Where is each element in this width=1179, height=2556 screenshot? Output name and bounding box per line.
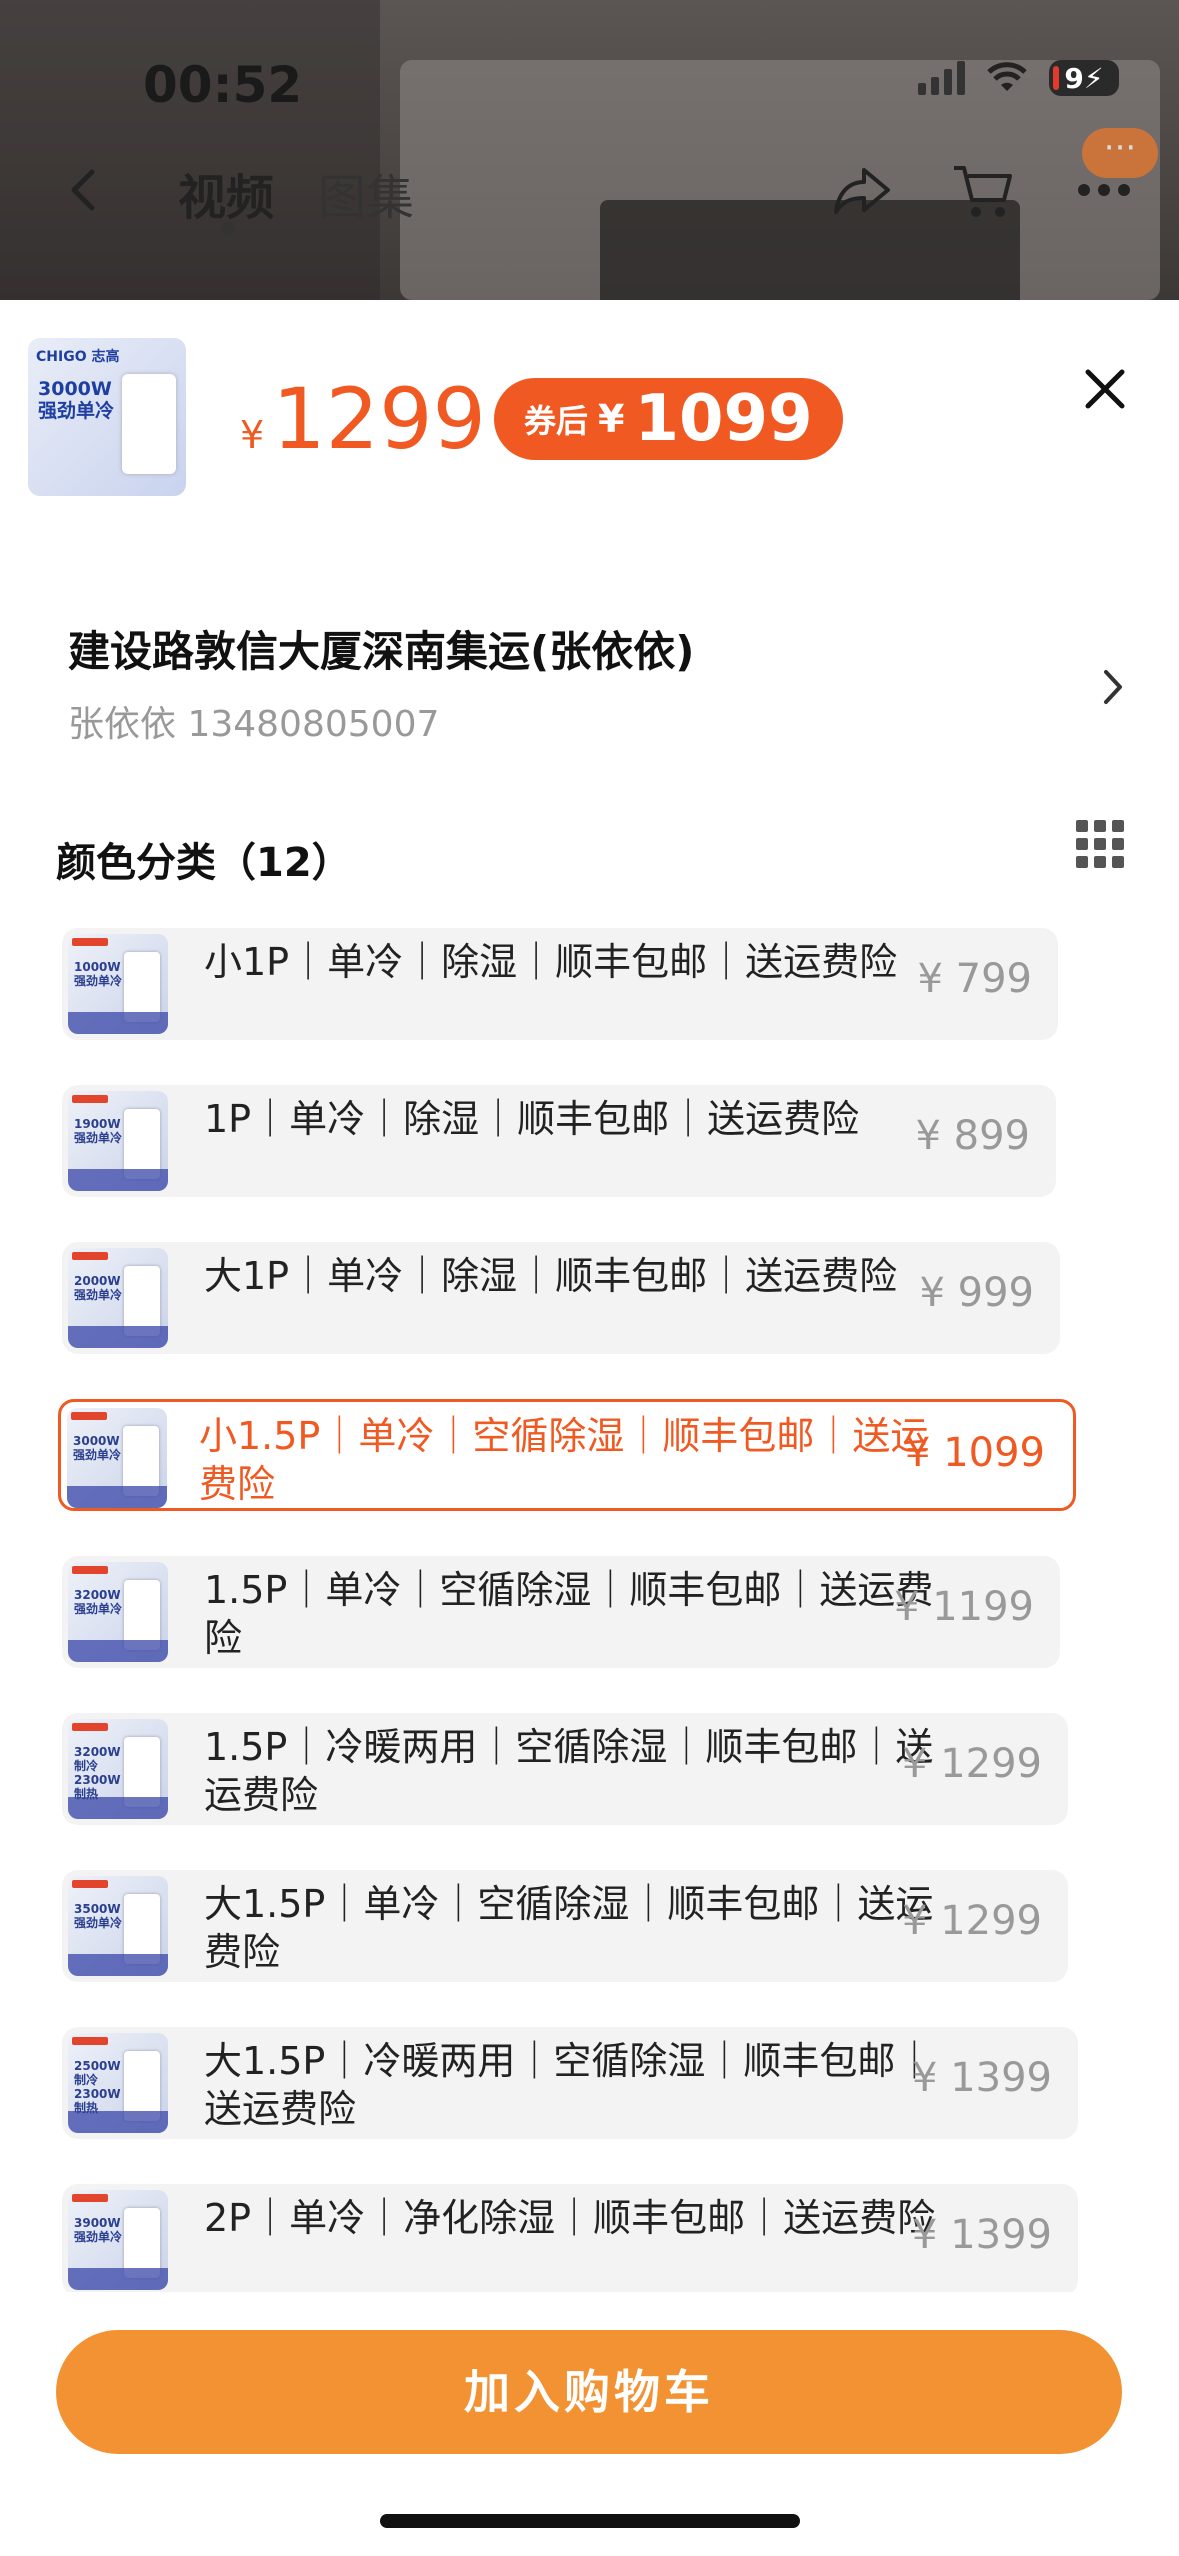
sku-option-label: 大1.5P｜单冷｜空循除湿｜顺丰包邮｜送运费险 — [204, 1882, 934, 1974]
sku-option-thumbnail: 3200W制冷 2300W制热 — [68, 1719, 168, 1819]
sku-option-thumbnail-text: 2000W 强劲单冷 — [74, 1274, 123, 1302]
sku-option-price: ¥ 1299 — [902, 1741, 1042, 1787]
recipient-line: 张依依 13480805007 — [68, 704, 440, 745]
product-media-header: 00:52 9 ⚡ 视频 图集 ··· — [0, 0, 1179, 300]
status-time: 00:52 — [143, 56, 303, 114]
cart-icon[interactable] — [950, 160, 1014, 222]
sku-option-thumbnail: 3000W 强劲单冷 — [67, 1408, 167, 1508]
sku-option-thumbnail: 3200W 强劲单冷 — [68, 1562, 168, 1662]
address-line: 建设路敦信大厦深南集运(张依依) — [68, 627, 695, 676]
sku-option-thumbnail: 1900W 强劲单冷 — [68, 1091, 168, 1191]
sku-option-label: 小1.5P｜单冷｜空循除湿｜顺丰包邮｜送运费险 — [199, 1414, 929, 1506]
sku-option-price: ¥ 1399 — [912, 2055, 1052, 2101]
sku-option-thumbnail: 3900W 强劲单冷 — [68, 2190, 168, 2290]
sku-option-label: 小1P｜单冷｜除湿｜顺丰包邮｜送运费险 — [204, 940, 898, 984]
sku-option-label: 大1P｜单冷｜除湿｜顺丰包邮｜送运费险 — [204, 1254, 898, 1298]
sku-option-price: ¥ 1399 — [912, 2212, 1052, 2258]
shipping-address[interactable]: 建设路敦信大厦深南集运(张依依) 张依依 13480805007 — [68, 618, 1128, 758]
sku-option-price: ¥ 1099 — [905, 1430, 1045, 1476]
tab-album[interactable]: 图集 — [318, 158, 414, 228]
product-thumbnail[interactable]: CHIGO 志高 3000W 强劲单冷 — [28, 338, 186, 496]
sku-option-price: ¥ 999 — [919, 1270, 1034, 1316]
share-icon[interactable] — [830, 160, 894, 220]
sku-option-label: 大1.5P｜冷暖两用｜空循除湿｜顺丰包邮｜送运费险 — [204, 2039, 934, 2131]
coupon-price-badge: 券后 ¥ 1099 — [494, 378, 843, 460]
sku-option-thumbnail-text: 3200W制冷 2300W制热 — [74, 1745, 121, 1801]
sku-option[interactable]: 3900W 强劲单冷 2P｜单冷｜净化除湿｜顺丰包邮｜送运费险 ¥ 1399 — [62, 2184, 1078, 2292]
sku-option[interactable]: 2000W 强劲单冷 大1P｜单冷｜除湿｜顺丰包邮｜送运费险 ¥ 999 — [62, 1242, 1060, 1354]
top-nav: 视频 图集 — [0, 150, 1179, 236]
sku-option-thumbnail-text: 3200W 强劲单冷 — [74, 1588, 123, 1616]
wifi-icon — [987, 62, 1027, 91]
status-icons: 9 ⚡ — [918, 60, 1119, 96]
sku-option[interactable]: 3200W 强劲单冷 1.5P｜单冷｜空循除湿｜顺丰包邮｜送运费险 ¥ 1199 — [62, 1556, 1060, 1668]
sku-option-label: 1.5P｜冷暖两用｜空循除湿｜顺丰包邮｜送运费险 — [204, 1725, 934, 1817]
tab-video[interactable]: 视频 — [178, 158, 274, 228]
sku-option[interactable]: 2500W制冷 2300W制热 大1.5P｜冷暖两用｜空循除湿｜顺丰包邮｜送运费险… — [62, 2027, 1078, 2139]
sku-option-price: ¥ 1299 — [902, 1898, 1042, 1944]
sku-option-thumbnail: 2500W制冷 2300W制热 — [68, 2033, 168, 2133]
sku-option-thumbnail-text: 2500W制冷 2300W制热 — [74, 2059, 121, 2115]
grid-view-icon[interactable] — [1076, 820, 1126, 870]
close-icon[interactable] — [1080, 364, 1130, 414]
coupon-price: 1099 — [634, 382, 813, 456]
sku-option-thumbnail: 2000W 强劲单冷 — [68, 1248, 168, 1348]
battery-icon: 9 ⚡ — [1049, 60, 1119, 96]
add-to-cart-button[interactable]: 加入购物车 — [56, 2330, 1122, 2454]
sku-option-thumbnail-text: 3900W 强劲单冷 — [74, 2216, 123, 2244]
product-price: ¥1299 — [240, 370, 486, 468]
thumbnail-brand: CHIGO 志高 — [36, 349, 120, 365]
sku-option[interactable]: 3000W 强劲单冷 小1.5P｜单冷｜空循除湿｜顺丰包邮｜送运费险 ¥ 1099 — [58, 1399, 1076, 1511]
sku-option-thumbnail-text: 1000W 强劲单冷 — [74, 960, 123, 988]
sku-option[interactable]: 1000W 强劲单冷 小1P｜单冷｜除湿｜顺丰包邮｜送运费险 ¥ 799 — [62, 928, 1058, 1040]
sku-option-thumbnail: 3500W 强劲单冷 — [68, 1876, 168, 1976]
message-bubble[interactable]: ··· — [1082, 128, 1158, 178]
sku-option-list: 1000W 强劲单冷 小1P｜单冷｜除湿｜顺丰包邮｜送运费险 ¥ 799 1900W … — [0, 922, 1179, 2292]
sku-option-thumbnail-text: 1900W 强劲单冷 — [74, 1117, 123, 1145]
coupon-label: 券后 — [524, 402, 589, 440]
cellular-signal-icon — [918, 61, 965, 95]
battery-level: 9 — [1064, 61, 1084, 95]
sku-option[interactable]: 1900W 强劲单冷 1P｜单冷｜除湿｜顺丰包邮｜送运费险 ¥ 899 — [62, 1085, 1056, 1197]
coupon-currency: ¥ — [598, 397, 625, 441]
sku-option-thumbnail: 1000W 强劲单冷 — [68, 934, 168, 1034]
home-indicator — [380, 2514, 800, 2528]
thumbnail-headline: 3000W 强劲单冷 — [38, 378, 115, 422]
back-arrow-icon[interactable] — [56, 160, 116, 220]
sku-selection-sheet: CHIGO 志高 3000W 强劲单冷 ¥1299 券后 ¥ 1099 建设路敦… — [0, 300, 1179, 2556]
sku-option-label: 1.5P｜单冷｜空循除湿｜顺丰包邮｜送运费险 — [204, 1568, 934, 1660]
tab-indicator — [221, 222, 235, 236]
chevron-right-icon — [1104, 670, 1122, 704]
price-currency: ¥ — [240, 413, 265, 457]
sku-option-price: ¥ 899 — [915, 1113, 1030, 1159]
sku-option-price: ¥ 1199 — [894, 1584, 1034, 1630]
sku-option-thumbnail-text: 3500W 强劲单冷 — [74, 1902, 123, 1930]
sku-option-price: ¥ 799 — [917, 956, 1032, 1002]
section-title: 颜色分类（12） — [56, 840, 352, 886]
price-value: 1299 — [272, 370, 486, 468]
sku-option-label: 1P｜单冷｜除湿｜顺丰包邮｜送运费险 — [204, 1097, 860, 1141]
sku-option-thumbnail-text: 3000W 强劲单冷 — [73, 1434, 122, 1462]
sku-option[interactable]: 3200W制冷 2300W制热 1.5P｜冷暖两用｜空循除湿｜顺丰包邮｜送运费险 ¥… — [62, 1713, 1068, 1825]
sku-option-label: 2P｜单冷｜净化除湿｜顺丰包邮｜送运费险 — [204, 2196, 936, 2240]
sku-option[interactable]: 3500W 强劲单冷 大1.5P｜单冷｜空循除湿｜顺丰包邮｜送运费险 ¥ 1299 — [62, 1870, 1068, 1982]
more-options-icon[interactable] — [1074, 180, 1134, 200]
thumbnail-unit-image — [122, 374, 176, 474]
